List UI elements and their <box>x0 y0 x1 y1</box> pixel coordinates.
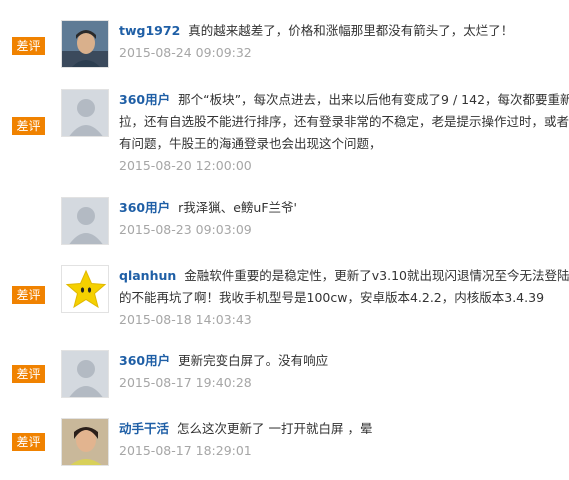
review-text: 真的越来越差了，价格和涨幅那里都没有箭头了，太烂了！ <box>188 23 514 38</box>
review-text: 金融软件重要的是稳定性，更新了v3.10就出现闪退情况至今无法登陆。真 <box>184 268 569 283</box>
default-avatar-icon <box>62 90 108 136</box>
review-username[interactable]: 360用户 <box>119 92 170 107</box>
user-avatar[interactable] <box>61 265 109 313</box>
review-username[interactable]: 360用户 <box>119 200 170 215</box>
review-date: 2015-08-20 12:00:00 <box>119 158 252 173</box>
default-avatar-icon <box>62 351 108 397</box>
review-text: 的不能再坑了啊！我收手机型号是100cw，安卓版本4.2.2，内核版本3.4.3… <box>119 290 545 305</box>
review-text: 怎么这次更新了 一打开就白屏 ，晕 <box>177 421 373 436</box>
review-content: 动手干活 怎么这次更新了 一打开就白屏 ，晕 2015-08-17 18:29:0… <box>119 418 569 462</box>
review-username[interactable]: qlanhun <box>119 268 176 283</box>
review-date: 2015-08-23 09:03:09 <box>119 222 252 237</box>
review-username[interactable]: 360用户 <box>119 353 170 368</box>
review-username[interactable]: twg1972 <box>119 23 180 38</box>
review-text: 有问题，牛股王的海通登录也会出现这个问题， <box>119 136 382 151</box>
review-date: 2015-08-17 19:40:28 <box>119 375 252 390</box>
review-text: 拉，还有自选股不能进行排序，还有登录非常的不稳定，老是提示操作过时，或者网络 <box>119 114 569 129</box>
user-avatar[interactable] <box>61 197 109 245</box>
user-avatar[interactable] <box>61 89 109 137</box>
review-text: 更新完变白屏了。没有响应 <box>178 353 329 368</box>
review-date: 2015-08-24 09:09:32 <box>119 45 252 60</box>
user-avatar[interactable] <box>61 20 109 68</box>
negative-review-badge: 差评 <box>12 365 45 383</box>
negative-review-badge: 差评 <box>12 286 45 304</box>
review-username[interactable]: 动手干活 <box>119 421 169 436</box>
review-date: 2015-08-18 14:03:43 <box>119 312 252 327</box>
review-date: 2015-08-17 18:29:01 <box>119 443 252 458</box>
negative-review-badge: 差评 <box>12 117 45 135</box>
review-content: 360用户 那个“板块”，每次点进去，出来以后他有变成了9 / 142，每次都要重… <box>119 89 569 177</box>
star-avatar-icon <box>62 266 108 312</box>
review-content: 360用户 更新完变白屏了。没有响应 2015-08-17 19:40:28 <box>119 350 569 394</box>
review-content: qlanhun 金融软件重要的是稳定性，更新了v3.10就出现闪退情况至今无法登陆… <box>119 265 569 331</box>
default-avatar-icon <box>62 198 108 244</box>
negative-review-badge: 差评 <box>12 433 45 451</box>
user-avatar[interactable] <box>61 418 109 466</box>
review-content: 360用户 r我泽猟、e鳑uF兰爷' 2015-08-23 09:03:09 <box>119 197 569 241</box>
review-content: twg1972 真的越来越差了，价格和涨幅那里都没有箭头了，太烂了！ 2015-0… <box>119 20 569 64</box>
negative-review-badge: 差评 <box>12 37 45 55</box>
review-text: 那个“板块”，每次点进去，出来以后他有变成了9 / 142，每次都要重新下 <box>178 92 569 107</box>
user-avatar[interactable] <box>61 350 109 398</box>
review-text: r我泽猟、e鳑uF兰爷' <box>178 200 297 215</box>
